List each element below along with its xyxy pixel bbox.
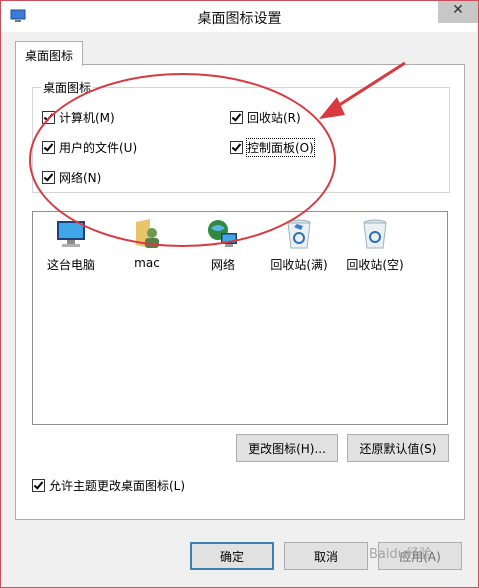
recycle-bin-checkbox-label: 回收站(R) — [247, 110, 301, 125]
computer-checkbox[interactable]: 计算机(M) — [42, 109, 115, 125]
list-item[interactable]: mac — [112, 218, 182, 270]
checkbox-checked-icon — [32, 478, 45, 492]
recycle-bin-full-icon — [287, 219, 311, 249]
list-item[interactable]: 这台电脑 — [36, 218, 106, 273]
desktop-icons-group: 桌面图标 计算机(M) 回收站(R) 用户的文件(U) 控制面板(O) 网络(N… — [32, 79, 450, 193]
tab-label: 桌面图标 — [24, 49, 73, 63]
tab-desktop-icons[interactable]: 桌面图标 — [15, 41, 83, 66]
network-icon — [208, 220, 237, 247]
icon-label: 网络 — [210, 258, 235, 272]
restore-default-button[interactable]: 还原默认值(S) — [347, 434, 449, 462]
recycle-bin-checkbox[interactable]: 回收站(R) — [230, 109, 301, 125]
icon-list[interactable]: 这台电脑 mac 网络 回收站(满) 回收站(空) — [32, 211, 448, 425]
list-item[interactable]: 回收站(满) — [264, 218, 334, 273]
icon-label: 这台电脑 — [46, 258, 95, 272]
user-files-checkbox[interactable]: 用户的文件(U) — [42, 139, 137, 155]
ok-button[interactable]: 确定 — [190, 542, 274, 570]
checkbox-checked-icon — [42, 170, 55, 184]
icon-label: 回收站(满) — [270, 258, 328, 272]
group-label: 桌面图标 — [41, 79, 94, 96]
tab-panel: 桌面图标 计算机(M) 回收站(R) 用户的文件(U) 控制面板(O) 网络(N… — [15, 64, 465, 520]
watermark: Baidu经验 — [369, 547, 432, 562]
window-title: 桌面图标设置 — [197, 11, 282, 27]
checkbox-checked-icon — [230, 140, 243, 154]
close-button[interactable]: ✕ — [438, 1, 478, 23]
dialog-window: 桌面图标设置 ✕ 桌面图标 桌面图标 计算机(M) 回收站(R) 用户的文件(U… — [0, 0, 479, 588]
allow-themes-checkbox[interactable]: 允许主题更改桌面图标(L) — [32, 477, 185, 493]
network-checkbox-label: 网络(N) — [59, 170, 102, 185]
icon-label: mac — [134, 256, 160, 270]
checkbox-checked-icon — [230, 110, 243, 124]
checkbox-checked-icon — [42, 110, 55, 124]
change-icon-button[interactable]: 更改图标(H)... — [236, 434, 338, 462]
control-panel-checkbox-label: 控制面板(O) — [246, 137, 315, 157]
allow-themes-checkbox-label: 允许主题更改桌面图标(L) — [49, 478, 186, 493]
list-item[interactable]: 回收站(空) — [340, 218, 410, 273]
icon-label: 回收站(空) — [346, 258, 404, 272]
control-panel-checkbox[interactable]: 控制面板(O) — [230, 137, 315, 157]
close-icon: ✕ — [452, 2, 464, 18]
network-checkbox[interactable]: 网络(N) — [42, 169, 101, 185]
recycle-bin-empty-icon — [363, 219, 387, 249]
checkbox-checked-icon — [42, 140, 55, 154]
user-files-checkbox-label: 用户的文件(U) — [59, 140, 138, 155]
title-bar[interactable]: 桌面图标设置 ✕ — [1, 1, 478, 32]
cancel-button[interactable]: 取消 — [284, 542, 368, 570]
user-folder-icon — [136, 219, 159, 248]
computer-checkbox-label: 计算机(M) — [59, 110, 115, 125]
computer-icon — [57, 221, 85, 247]
list-item[interactable]: 网络 — [188, 218, 258, 273]
